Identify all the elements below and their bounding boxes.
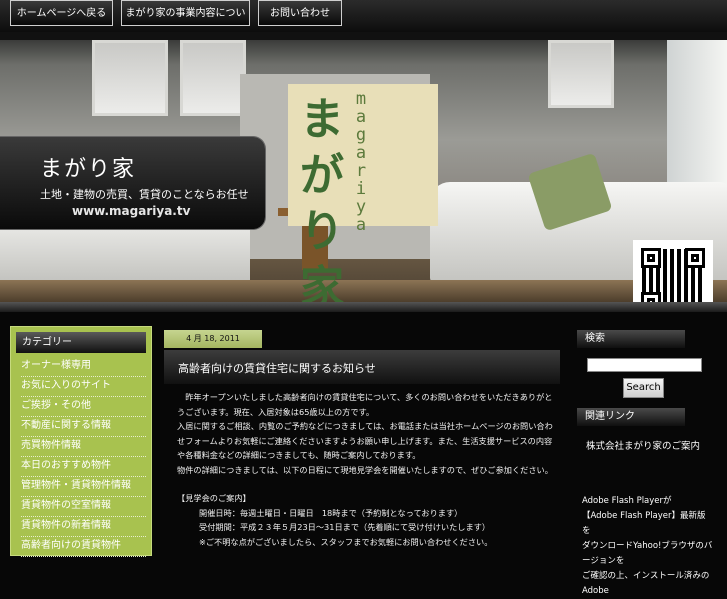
category-item[interactable]: ご挨拶・その他 [21, 396, 146, 417]
category-item[interactable]: お気に入りのサイト [21, 376, 146, 397]
post-paragraph: 昨年オープンいたしました高齢者向けの賃貸住宅について、多くのお問い合わせをいただ… [177, 392, 553, 417]
category-heading: カテゴリー [16, 332, 146, 353]
category-item[interactable]: 管理物件・賃貸物件情報 [21, 476, 146, 497]
nav-tab-contact[interactable]: お問い合わせ [258, 0, 342, 26]
qr-corner [641, 248, 661, 268]
header-bottom-bar [0, 302, 727, 312]
category-item[interactable]: 賃貸物件の空室情報 [21, 496, 146, 517]
post-title[interactable]: 高齢者向けの賃貸住宅に関するお知らせ [178, 360, 376, 376]
flash-line: ダウンロードYahoo!ブラウザのバージョンを [582, 541, 713, 566]
category-item[interactable]: オーナー様専用 [21, 356, 146, 377]
category-item[interactable]: 高齢者向けの賃貸物件 [21, 536, 146, 557]
wall-picture [180, 40, 246, 116]
related-link[interactable]: 株式会社まがり家のご案内 [586, 438, 700, 452]
info-line: 開催日時：毎週土曜日・日曜日 18時まで（予約制となっております） [199, 507, 463, 518]
post-date: 4 月 18, 2011 [164, 330, 262, 348]
top-nav: ホームページへ戻る まがり家の事業内容について お問い合わせ [0, 0, 727, 45]
flash-line: Adobe Flash Playerが [582, 496, 672, 506]
post-body: 昨年オープンいたしました高齢者向けの賃貸住宅について、多くのお問い合わせをいただ… [177, 390, 553, 549]
category-item[interactable]: 売買物件情報 [21, 436, 146, 457]
site-name[interactable]: まがり家 [40, 151, 136, 183]
site-description: 土地・建物の売買、賃貸のことならお任せ [40, 188, 249, 201]
search-input[interactable] [587, 358, 702, 372]
qr-code [633, 240, 713, 302]
nav-tab-business[interactable]: まがり家の事業内容について [121, 0, 250, 45]
category-sidebar: カテゴリー オーナー様専用 お気に入りのサイト ご挨拶・その他 不動産に関する情… [10, 326, 152, 557]
nav-tab-home[interactable]: ホームページへ戻る [10, 0, 113, 26]
wall-trim [0, 32, 727, 40]
logo-title: まがり家 [300, 94, 344, 302]
qr-corner [685, 248, 705, 268]
qr-corner [641, 292, 661, 302]
floor [0, 280, 727, 302]
site-url: www.magariya.tv [72, 204, 191, 218]
search-button[interactable]: Search [623, 378, 664, 398]
category-item[interactable]: 不動産に関する情報 [21, 416, 146, 437]
category-item[interactable]: 賃貸物件の新着情報 [21, 516, 146, 537]
info-heading: 【見学会のご案内】 [177, 493, 251, 503]
post-paragraph: 入居に関するご相談、内覧のご予約などにつきましては、お電話または当社ホームページ… [177, 421, 553, 460]
info-line: ※ご不明な点がございましたら、スタッフまでお気軽にお問い合わせください。 [199, 536, 493, 547]
flash-line: ご確認の上、インストール済みのAdobe [582, 571, 710, 596]
logo-roman: magariya [355, 89, 367, 235]
info-line: 受付期間：平成２３年５月23日～31日まで（先着順にて受け付けいたします） [199, 522, 491, 532]
links-heading: 関連リンク [577, 408, 685, 426]
wall-picture [548, 40, 614, 108]
category-item[interactable]: 本日のおすすめ物件 [21, 456, 146, 477]
flash-line: 【Adobe Flash Player】最新版を [582, 511, 706, 536]
flash-notice: Adobe Flash Playerが 【Adobe Flash Player】… [582, 494, 714, 599]
post-paragraph: 物件の詳細につきましては、以下の日程にて現地見学会を開催いたしますので、ぜひご参… [177, 464, 553, 475]
search-heading: 検索 [577, 330, 685, 348]
wall-picture [92, 40, 168, 116]
